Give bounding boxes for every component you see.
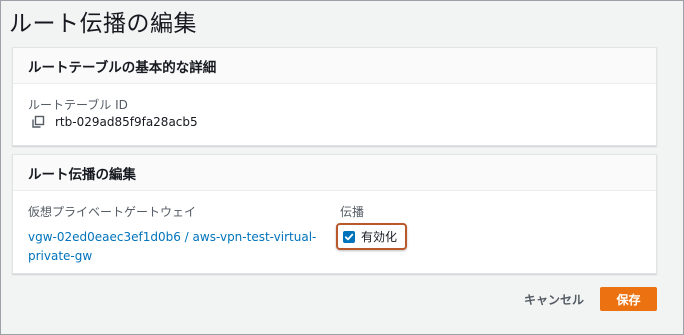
vgw-link[interactable]: vgw-02ed0eaec3ef1d0b6 / aws-vpn-test-vir… bbox=[28, 228, 333, 266]
propagation-column-label: 伝播 bbox=[340, 205, 365, 219]
vgw-column-label: 仮想プライベートゲートウェイ bbox=[28, 205, 197, 219]
save-button[interactable]: 保存 bbox=[600, 287, 657, 311]
enable-propagation-label[interactable]: 有効化 bbox=[361, 228, 397, 245]
propagation-panel-title: ルート伝播の編集 bbox=[28, 166, 136, 183]
route-table-id-label: ルートテーブル ID bbox=[28, 98, 128, 112]
page-title: ルート伝播の編集 bbox=[9, 11, 197, 37]
details-panel-header: ルートテーブルの基本的な詳細 bbox=[13, 48, 656, 84]
details-panel-title: ルートテーブルの基本的な詳細 bbox=[28, 59, 217, 76]
propagation-panel-header: ルート伝播の編集 bbox=[13, 155, 656, 191]
route-table-id-row: rtb-029ad85f9fa28acb5 bbox=[31, 115, 198, 129]
enable-propagation-highlight: 有効化 bbox=[336, 223, 407, 250]
route-table-details-panel: ルートテーブルの基本的な詳細 ルートテーブル ID rtb-029ad85f9f… bbox=[12, 47, 657, 146]
checkmark-icon bbox=[344, 233, 354, 240]
edit-propagation-panel: ルート伝播の編集 仮想プライベートゲートウェイ 伝播 vgw-02ed0eaec… bbox=[12, 154, 657, 274]
cancel-button[interactable]: キャンセル bbox=[518, 287, 590, 311]
copy-icon[interactable] bbox=[31, 115, 45, 129]
enable-propagation-checkbox[interactable] bbox=[343, 230, 355, 243]
route-table-id-value: rtb-029ad85f9fa28acb5 bbox=[55, 115, 198, 129]
